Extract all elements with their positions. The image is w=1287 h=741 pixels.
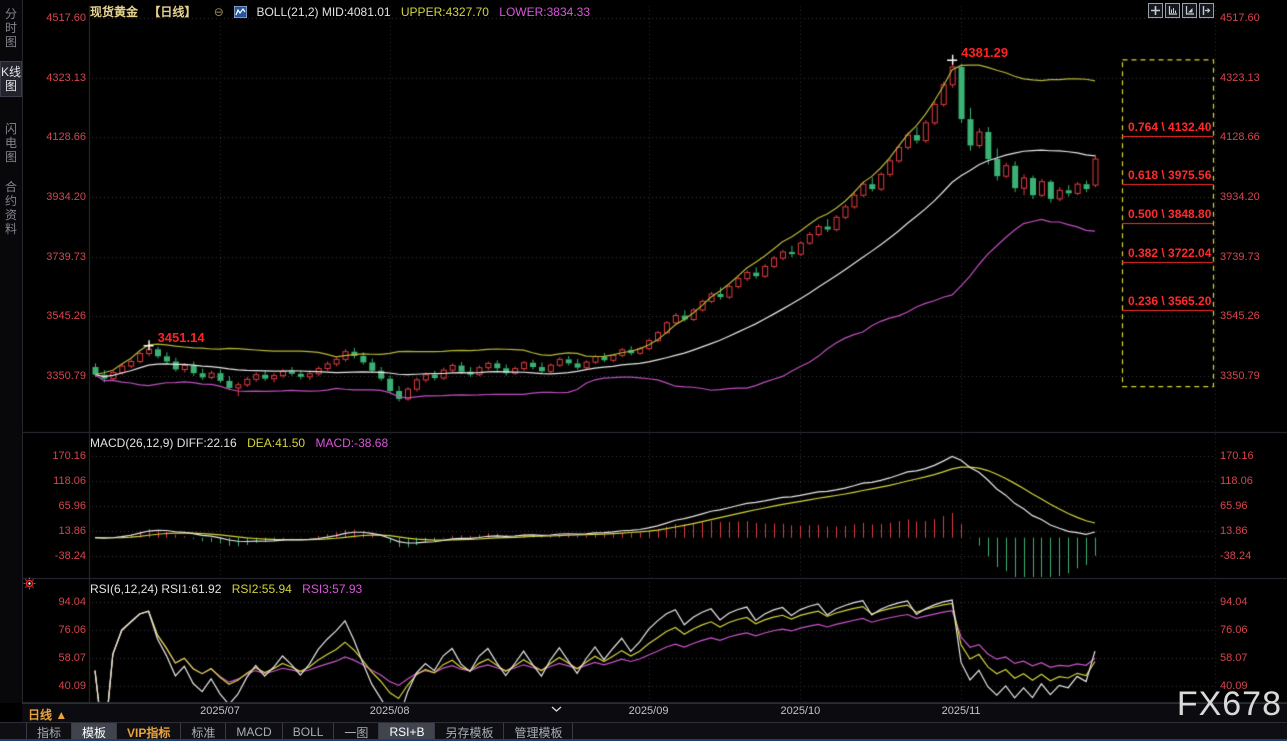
price-annotation: 3451.14 [158, 330, 205, 345]
bottom-tab-指标[interactable]: 指标 [26, 723, 72, 740]
bottom-tab-管理模板[interactable]: 管理模板 [504, 723, 573, 740]
sidebar-tab-分时图[interactable]: 分时图 [1, 4, 21, 52]
macd-axis-label-right: 13.86 [1220, 525, 1248, 537]
zoom-axis-icon[interactable] [1165, 3, 1180, 18]
x-axis-tick-label: 2025/10 [780, 705, 820, 717]
fib-level-label: 0.382 \ 3722.04 [1128, 246, 1211, 260]
sidebar-tab-闪电图[interactable]: 闪电图 [1, 119, 21, 167]
rsi1-label: RSI(6,12,24) RSI1:61.92 [90, 582, 221, 596]
collapse-icon[interactable]: ⊖ [214, 5, 224, 19]
macd-value-label: MACD:-38.68 [315, 436, 388, 450]
macd-axis-label-left: 65.96 [34, 500, 86, 512]
price-axis-label-left: 4517.60 [34, 12, 86, 24]
price-axis-label-left: 3545.26 [34, 310, 86, 322]
price-axis-label-right: 4323.13 [1220, 72, 1260, 84]
macd-axis-label-right: 170.16 [1220, 450, 1254, 462]
period-selector[interactable]: 日线 ▲ [28, 706, 67, 723]
price-axis-label-left: 4323.13 [34, 72, 86, 84]
rsi-axis-label-left: 40.09 [34, 680, 86, 692]
rsi-axis-label-right: 94.04 [1220, 596, 1248, 608]
price-axis-label-left: 3350.79 [34, 370, 86, 382]
x-axis-tick-label: 2025/09 [629, 705, 669, 717]
fib-level-label: 0.618 \ 3975.56 [1128, 168, 1211, 182]
main-chart-canvas[interactable] [0, 0, 1287, 741]
macd-axis-label-right: 118.06 [1220, 475, 1253, 487]
rsi-settings-icon[interactable] [23, 577, 36, 595]
price-axis-label-left: 3934.20 [34, 191, 86, 203]
boll-mid-label: BOLL(21,2) MID:4081.01 [256, 5, 390, 19]
rsi-axis-label-left: 76.06 [34, 624, 86, 636]
chart-app-window: 分时图 K线图闪电图合约资料 现货黄金 【日线】 ⊖ BOLL(21,2) MID… [0, 0, 1287, 741]
x-axis-tick-label: 2025/08 [370, 705, 410, 717]
price-axis-label-right: 4517.60 [1220, 12, 1260, 24]
bottom-tab-BOLL[interactable]: BOLL [283, 723, 335, 740]
bottom-tab-RSI+B[interactable]: RSI+B [379, 723, 435, 740]
bottom-tab-模板[interactable]: 模板 [72, 723, 117, 740]
x-axis-tick-label: 2025/11 [942, 705, 981, 717]
fx678-watermark: FX678 [1177, 685, 1282, 724]
price-axis-label-right: 3934.20 [1220, 191, 1260, 203]
scroll-position-marker-icon[interactable] [551, 700, 562, 718]
boll-lower-label: LOWER:3834.33 [499, 5, 590, 19]
macd-axis-label-right: -38.24 [1220, 550, 1251, 562]
bottom-tab-标准[interactable]: 标准 [181, 723, 226, 740]
scale-axis-icon[interactable] [1182, 3, 1197, 18]
price-axis-label-right: 3350.79 [1220, 370, 1260, 382]
symbol-title: 现货黄金 【日线】 [90, 5, 203, 19]
sidebar-tab-合约资料[interactable]: 合约资料 [1, 177, 21, 239]
left-sidebar: 分时图 K线图闪电图合约资料 [0, 0, 23, 703]
rsi-axis-label-right: 58.07 [1220, 652, 1248, 664]
price-axis-label-right: 3545.26 [1220, 310, 1260, 322]
price-axis-label-right: 4128.66 [1220, 131, 1260, 143]
price-axis-label-left: 4128.66 [34, 131, 86, 143]
bottom-tab-VIP指标[interactable]: VIP指标 [117, 723, 181, 740]
price-annotation: 4381.29 [961, 45, 1008, 60]
sidebar-tab-K线图[interactable]: K线图 [0, 61, 22, 97]
bottom-toolbar: 指标模板VIP指标标准MACDBOLL一图RSI+B另存模板管理模板 [0, 722, 1287, 740]
price-axis-label-left: 3739.73 [34, 251, 86, 263]
macd-panel-header: MACD(26,12,9) DIFF:22.16 DEA:41.50 MACD:… [90, 436, 395, 450]
fib-level-label: 0.764 \ 4132.40 [1128, 120, 1211, 134]
macd-axis-label-right: 65.96 [1220, 500, 1248, 512]
fib-level-label: 0.236 \ 3565.20 [1128, 294, 1211, 308]
price-axis-label-right: 3739.73 [1220, 251, 1260, 263]
bottom-tab-一图[interactable]: 一图 [334, 723, 379, 740]
boll-upper-label: UPPER:4327.70 [401, 5, 489, 19]
fib-level-label: 0.500 \ 3848.80 [1128, 207, 1211, 221]
crosshair-icon[interactable] [1148, 3, 1163, 18]
chart-toolbar [1148, 3, 1214, 18]
rsi-axis-label-left: 94.04 [34, 596, 86, 608]
macd-axis-label-left: 118.06 [34, 475, 86, 487]
chart-type-icon[interactable] [234, 6, 247, 18]
macd-diff-label: MACD(26,12,9) DIFF:22.16 [90, 436, 237, 450]
rsi2-label: RSI2:55.94 [232, 582, 292, 596]
macd-axis-label-left: 170.16 [34, 450, 86, 462]
pan-right-icon[interactable] [1199, 3, 1214, 18]
macd-axis-label-left: 13.86 [34, 525, 86, 537]
bottom-tab-另存模板[interactable]: 另存模板 [435, 723, 504, 740]
main-chart-header: 现货黄金 【日线】 ⊖ BOLL(21,2) MID:4081.01 UPPER… [90, 3, 597, 20]
rsi-axis-label-left: 58.07 [34, 652, 86, 664]
macd-dea-label: DEA:41.50 [247, 436, 305, 450]
rsi-panel-header: RSI(6,12,24) RSI1:61.92 RSI2:55.94 RSI3:… [90, 582, 369, 596]
bottom-tab-MACD[interactable]: MACD [226, 723, 282, 740]
rsi3-label: RSI3:57.93 [302, 582, 362, 596]
macd-axis-label-left: -38.24 [34, 550, 86, 562]
rsi-axis-label-right: 76.06 [1220, 624, 1248, 636]
x-axis-tick-label: 2025/07 [200, 705, 240, 717]
